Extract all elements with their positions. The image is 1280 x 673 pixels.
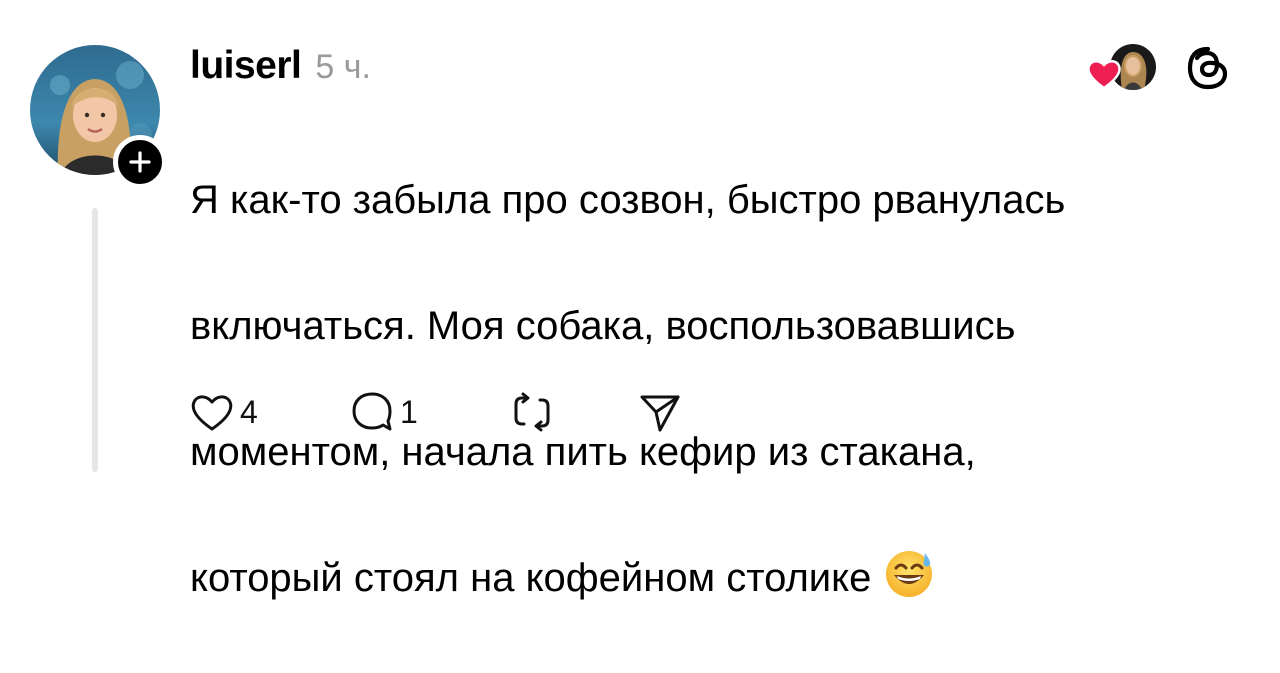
thread-line (92, 208, 98, 472)
grinning-face-with-sweat-emoji (886, 551, 933, 597)
action-bar: 4 1 (190, 388, 698, 436)
like-count: 4 (240, 393, 258, 430)
paper-plane-icon (640, 395, 680, 432)
timestamp: 5 ч. (315, 48, 371, 86)
reply-button[interactable]: 1 (350, 388, 510, 436)
reply-count: 1 (400, 393, 418, 430)
post-body-line: включаться. Моя собака, воспользовавшись (190, 304, 1016, 348)
follow-button[interactable] (113, 135, 167, 189)
post-body-line: Я как-то забыла про созвон, быстро рвану… (190, 178, 1066, 222)
post-header: luiserl 5 ч. (190, 44, 371, 94)
liked-by-indicator[interactable] (1086, 42, 1158, 92)
post-body-line-text: который стоял на кофейном столике (190, 556, 872, 600)
heart-filled-icon (1087, 60, 1121, 90)
repost-arrows-icon (514, 392, 550, 432)
repost-button[interactable] (510, 388, 638, 436)
threads-logo-icon[interactable] (1184, 44, 1232, 92)
like-button[interactable]: 4 (190, 388, 350, 436)
share-button[interactable] (638, 388, 698, 436)
plus-icon (129, 151, 151, 173)
heart-outline-icon (191, 395, 233, 431)
post-body-line-last: который стоял на кофейном столике (190, 547, 1250, 610)
speech-bubble-icon (352, 392, 392, 431)
username[interactable]: luiserl (190, 44, 302, 88)
